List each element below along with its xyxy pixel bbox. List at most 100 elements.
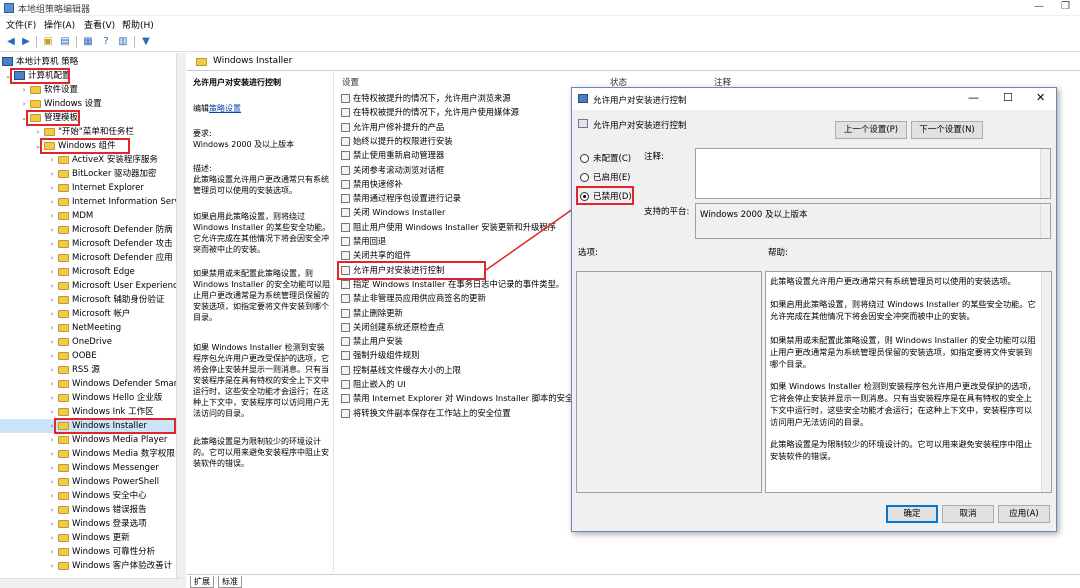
tree-item[interactable]: › NetMeeting: [0, 321, 176, 335]
tree-item[interactable]: › Windows Media 数字权限: [0, 447, 176, 461]
dialog-maximize-button[interactable]: ☐: [1003, 91, 1013, 104]
expand-chevron-icon[interactable]: ›: [48, 307, 56, 321]
expand-chevron-icon[interactable]: ›: [48, 503, 56, 517]
navigation-tree[interactable]: 本地计算机 策略 ⌄ 计算机配置 › 软件设置 › Windows 设置 ⌄ 管理模板 › "开始…: [0, 53, 186, 588]
tree-item[interactable]: › RSS 源: [0, 363, 176, 377]
tree-item[interactable]: › Microsoft Defender 攻击: [0, 237, 176, 251]
setting-row[interactable]: 允许用户修补提升的产品: [341, 121, 581, 134]
tree-item[interactable]: › "开始"菜单和任务栏: [0, 125, 176, 139]
expand-chevron-icon[interactable]: ›: [48, 517, 56, 531]
setting-row[interactable]: 关闭创建系统还原检查点: [341, 321, 581, 334]
comment-textarea[interactable]: [695, 148, 1051, 199]
expand-chevron-icon[interactable]: ›: [48, 391, 56, 405]
expand-chevron-icon[interactable]: ›: [48, 251, 56, 265]
tree-item[interactable]: › BitLocker 驱动器加密: [0, 167, 176, 181]
supported-scrollbar[interactable]: [1040, 204, 1050, 238]
show-hide-tree-icon[interactable]: ▤: [58, 35, 72, 48]
tree-vertical-scrollbar[interactable]: [176, 53, 186, 588]
radio-enabled[interactable]: [580, 173, 589, 182]
setting-row[interactable]: 阻止嵌入的 UI: [341, 378, 581, 391]
back-arrow-icon[interactable]: ◀: [4, 35, 18, 48]
setting-row[interactable]: 禁用 Internet Explorer 对 Windows Installer…: [341, 392, 581, 405]
expand-chevron-icon[interactable]: ›: [48, 209, 56, 223]
expand-chevron-icon[interactable]: ›: [48, 377, 56, 391]
tree-item[interactable]: › Windows 设置: [0, 97, 176, 111]
expand-chevron-icon[interactable]: ›: [48, 223, 56, 237]
radio-enabled-label[interactable]: 已启用(E): [593, 171, 631, 183]
expand-chevron-icon[interactable]: ›: [48, 545, 56, 559]
tree-item[interactable]: › Internet Information Serv: [0, 195, 180, 209]
radio-not-configured[interactable]: [580, 154, 589, 163]
tree-item[interactable]: › Windows 安全中心: [0, 489, 176, 503]
menu-view[interactable]: 查看(V): [84, 18, 115, 31]
tree-item[interactable]: › Microsoft Defender 防病: [0, 223, 176, 237]
expand-chevron-icon[interactable]: ›: [48, 405, 56, 419]
setting-row[interactable]: 始终以提升的权限进行安装: [341, 135, 581, 148]
expand-chevron-icon[interactable]: ›: [48, 181, 56, 195]
expand-chevron-icon[interactable]: ›: [48, 461, 56, 475]
expand-chevron-icon[interactable]: ›: [48, 363, 56, 377]
next-setting-button[interactable]: 下一个设置(N): [911, 121, 983, 139]
expand-chevron-icon[interactable]: ›: [48, 531, 56, 545]
expand-chevron-icon[interactable]: ›: [48, 321, 56, 335]
tree-item[interactable]: › Microsoft 辅助身份验证: [0, 293, 176, 307]
expand-chevron-icon[interactable]: ›: [48, 433, 56, 447]
tree-item[interactable]: › Microsoft 帐户: [0, 307, 176, 321]
tree-item[interactable]: › Microsoft User Experienc: [0, 279, 178, 293]
setting-row[interactable]: 控制基线文件缓存大小的上限: [341, 364, 581, 377]
expand-chevron-icon[interactable]: ›: [48, 279, 56, 293]
expand-chevron-icon[interactable]: ›: [48, 489, 56, 503]
tree-item[interactable]: › OneDrive: [0, 335, 176, 349]
setting-row[interactable]: 在特权被提升的情况下，允许用户使用媒体源: [341, 106, 581, 119]
setting-row[interactable]: 禁止非管理员应用供应商签名的更新: [341, 292, 581, 305]
dialog-close-button[interactable]: ✕: [1036, 91, 1045, 104]
tree-item[interactable]: › MDM: [0, 209, 176, 223]
expand-chevron-icon[interactable]: ›: [48, 475, 56, 489]
tree-item[interactable]: › Windows Messenger: [0, 461, 176, 475]
tree-item[interactable]: › Windows 登录选项: [0, 517, 176, 531]
setting-row[interactable]: 强制升级组件规则: [341, 349, 581, 362]
export-list-icon[interactable]: ▦: [81, 35, 95, 48]
tree-item[interactable]: › Windows 可靠性分析: [0, 545, 176, 559]
expand-chevron-icon[interactable]: ›: [48, 293, 56, 307]
tab-standard[interactable]: 标准: [218, 576, 242, 588]
expand-chevron-icon[interactable]: ›: [48, 335, 56, 349]
properties-icon[interactable]: ▥: [116, 35, 130, 48]
previous-setting-button[interactable]: 上一个设置(P): [835, 121, 907, 139]
expand-chevron-icon[interactable]: ›: [48, 559, 56, 573]
expand-chevron-icon[interactable]: ›: [48, 153, 56, 167]
expand-chevron-icon[interactable]: ›: [20, 83, 28, 97]
tree-item[interactable]: › OOBE: [0, 349, 176, 363]
menu-action[interactable]: 操作(A): [44, 18, 75, 31]
tree-horizontal-scrollbar[interactable]: [0, 578, 186, 588]
expand-chevron-icon[interactable]: ›: [48, 349, 56, 363]
tree-item[interactable]: › Windows Defender Smar: [0, 377, 178, 391]
tree-root[interactable]: 本地计算机 策略: [0, 55, 176, 69]
tree-item[interactable]: › Windows Ink 工作区: [0, 405, 176, 419]
apply-button[interactable]: 应用(A): [998, 505, 1050, 523]
setting-row[interactable]: 禁止删除更新: [341, 307, 581, 320]
expand-chevron-icon[interactable]: ›: [34, 125, 42, 139]
edit-policy-link[interactable]: 策略设置: [209, 104, 241, 113]
expand-chevron-icon[interactable]: ›: [48, 195, 56, 209]
tree-item[interactable]: › ActiveX 安装程序服务: [0, 153, 176, 167]
expand-chevron-icon[interactable]: ›: [20, 97, 28, 111]
tree-item[interactable]: › Windows 更新: [0, 531, 176, 545]
tree-item[interactable]: › Microsoft Defender 应用: [0, 251, 176, 265]
cancel-button[interactable]: 取消: [942, 505, 994, 523]
tree-item[interactable]: › Windows Hello 企业版: [0, 391, 176, 405]
expand-chevron-icon[interactable]: ›: [48, 237, 56, 251]
tree-item[interactable]: › Windows 客户体验改善计: [0, 559, 176, 573]
expand-chevron-icon[interactable]: ›: [48, 167, 56, 181]
tree-item[interactable]: › Microsoft Edge: [0, 265, 176, 279]
ok-button[interactable]: 确定: [886, 505, 938, 523]
forward-arrow-icon[interactable]: ▶: [19, 35, 33, 48]
menu-help[interactable]: 帮助(H): [122, 18, 154, 31]
comment-scrollbar[interactable]: [1040, 149, 1050, 198]
restore-button[interactable]: ❐: [1061, 1, 1070, 12]
tree-item[interactable]: › 软件设置: [0, 83, 176, 97]
filter-icon[interactable]: ▼: [139, 35, 153, 48]
minimize-button[interactable]: —: [1034, 1, 1044, 12]
tree-item[interactable]: › Windows Media Player: [0, 433, 176, 447]
tab-extended[interactable]: 扩展: [190, 576, 214, 588]
